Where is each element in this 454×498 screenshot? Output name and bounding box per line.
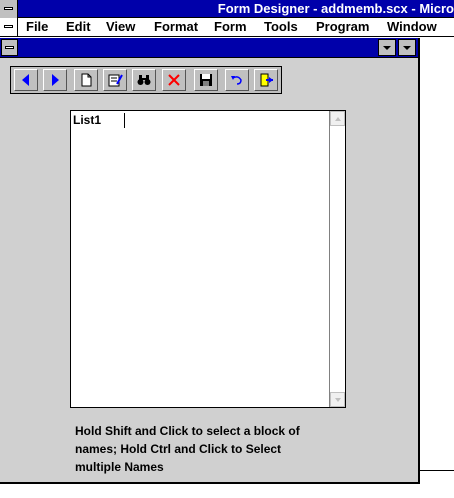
new-record-button[interactable] (74, 69, 98, 91)
menu-program[interactable]: Program (316, 19, 369, 34)
text-cursor (124, 113, 125, 128)
menu-form[interactable]: Form (214, 19, 247, 34)
scroll-up-button[interactable] (330, 111, 345, 126)
delete-button[interactable] (162, 69, 186, 91)
app-title-bar: Form Designer - addmemb.scx - Micro (0, 0, 454, 18)
form-system-menu-button[interactable] (1, 39, 18, 56)
scroll-down-button[interactable] (330, 392, 345, 407)
instruction-line-3: multiple Names (75, 460, 164, 474)
app-title: Form Designer - addmemb.scx - Micro (217, 1, 454, 16)
menu-file[interactable]: File (26, 19, 48, 34)
edit-record-icon (108, 74, 123, 87)
exit-button[interactable] (254, 69, 278, 91)
next-record-button[interactable] (43, 69, 67, 91)
document-system-menu-button[interactable] (0, 18, 18, 36)
menu-edit[interactable]: Edit (66, 19, 91, 34)
selection-instructions: Hold Shift and Click to select a block o… (75, 422, 375, 476)
menu-format[interactable]: Format (154, 19, 198, 34)
previous-record-button[interactable] (14, 69, 38, 91)
menu-window[interactable]: Window (387, 19, 437, 34)
triangle-left-icon (22, 74, 29, 86)
exit-door-icon (260, 73, 273, 87)
edit-record-button[interactable] (103, 69, 127, 91)
chevron-down-icon (403, 45, 411, 50)
menu-view[interactable]: View (106, 19, 135, 34)
system-menu-icon (4, 7, 13, 10)
chevron-down-icon (383, 45, 391, 50)
save-button[interactable] (194, 69, 218, 91)
undo-button[interactable] (225, 69, 249, 91)
triangle-right-icon (52, 74, 59, 86)
system-menu-icon (5, 46, 14, 49)
names-listbox[interactable]: List1 (70, 110, 346, 408)
desktop-edge (420, 470, 454, 471)
floppy-save-icon (200, 74, 212, 86)
listbox-scrollbar[interactable] (329, 111, 345, 407)
minimize-button[interactable] (378, 39, 396, 56)
app-system-menu-button[interactable] (0, 0, 18, 18)
binoculars-icon (137, 75, 151, 85)
find-button[interactable] (132, 69, 156, 91)
form-window: List1 Hold Shift and Click to select a b… (0, 38, 420, 484)
new-page-icon (81, 73, 92, 87)
chevron-down-icon (334, 397, 341, 402)
form-title-bar[interactable] (0, 38, 418, 58)
delete-x-icon (168, 74, 180, 86)
menu-tools[interactable]: Tools (264, 19, 298, 34)
system-menu-icon (4, 25, 13, 28)
chevron-up-icon (334, 116, 341, 121)
instruction-line-1: Hold Shift and Click to select a block o… (75, 424, 300, 438)
maximize-button[interactable] (398, 39, 416, 56)
undo-arrow-icon (231, 76, 242, 85)
navigation-toolbar (10, 66, 282, 94)
menu-bar: File Edit View Format Form Tools Program… (0, 18, 454, 37)
listbox-label: List1 (73, 113, 102, 127)
instruction-line-2: names; Hold Ctrl and Click to Select (75, 442, 282, 456)
